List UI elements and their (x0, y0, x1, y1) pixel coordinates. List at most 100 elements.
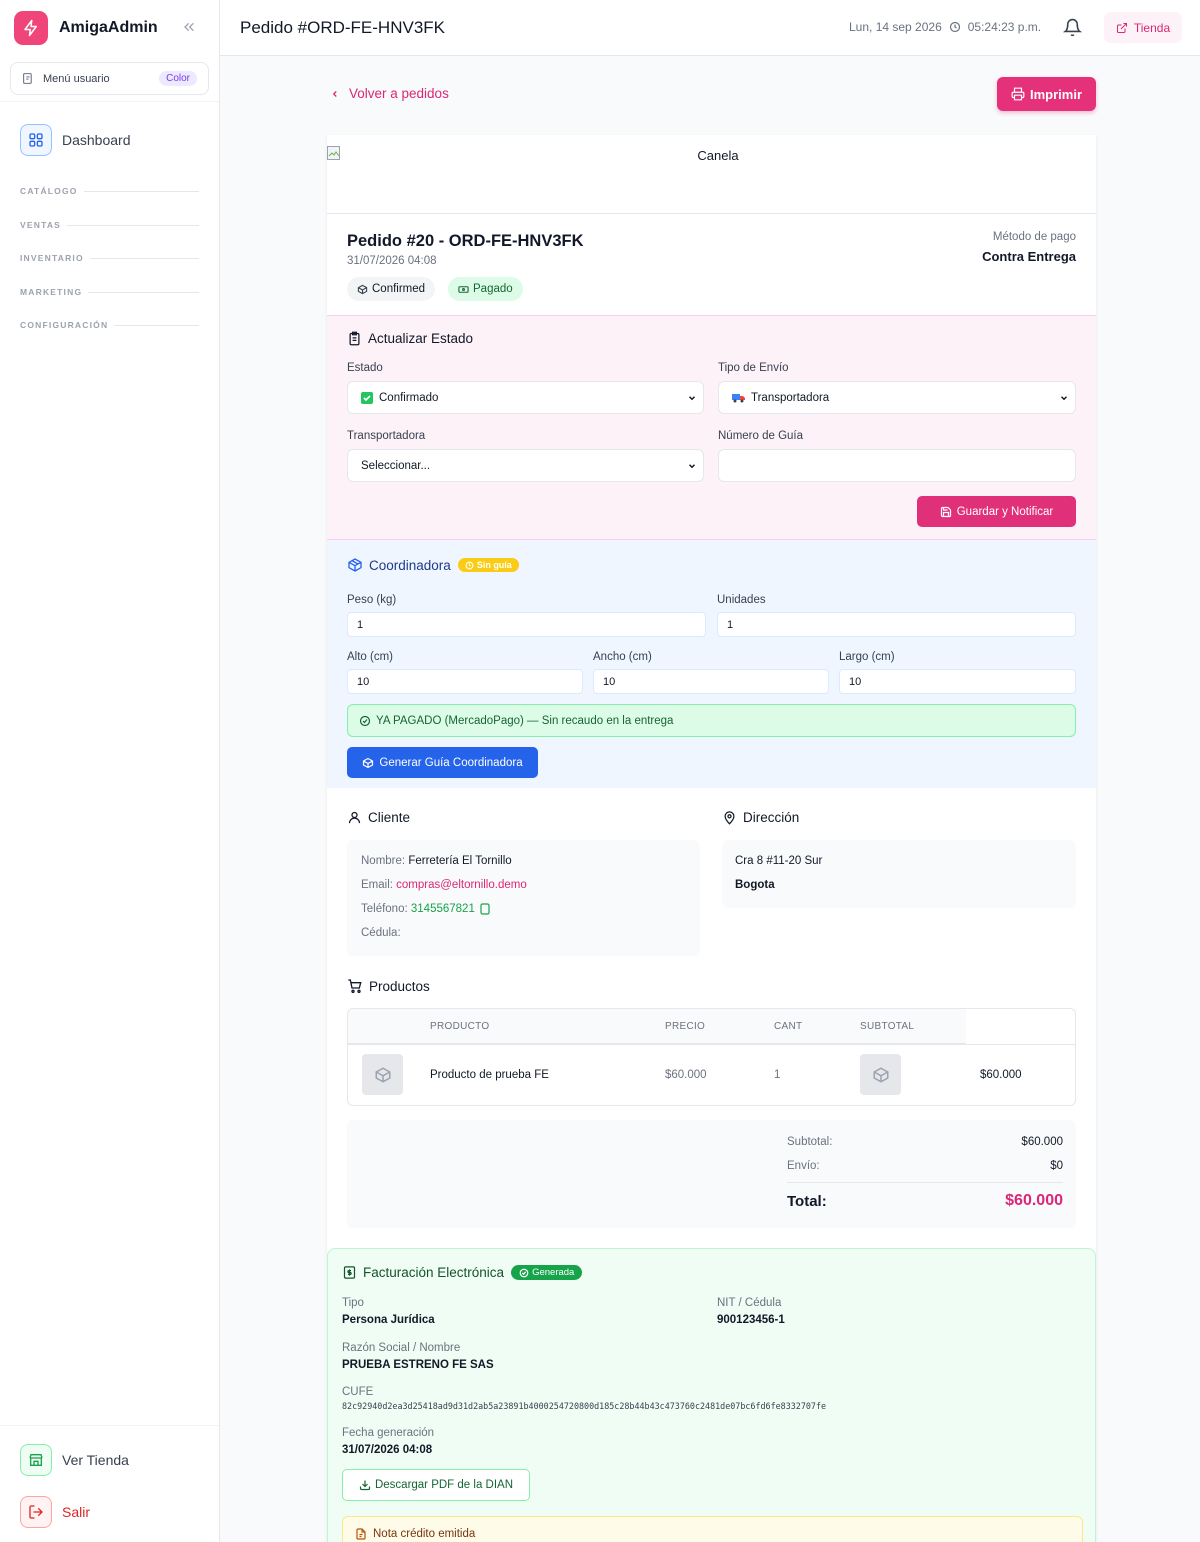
payment-method-value: Contra Entrega (982, 249, 1076, 264)
customer-title: Cliente (347, 810, 410, 825)
whatsapp-icon[interactable] (480, 903, 490, 915)
store-button[interactable]: Tienda (1104, 12, 1182, 43)
electronic-invoice-title: Facturación Electrónica Generada (342, 1265, 583, 1280)
download-dian-pdf-button[interactable]: Descargar PDF de la DIAN (342, 1469, 530, 1501)
order-detail-card: Canela Pedido #20 - ORD-FE-HNV3FK 31/07/… (327, 135, 1096, 1542)
payment-status-badge: Pagado (448, 277, 523, 301)
truck-icon (732, 392, 745, 403)
page-title: Pedido #ORD-FE-HNV3FK (240, 18, 446, 37)
col-header-subtotal: SUBTOTAL (860, 1021, 915, 1032)
products-title: Productos (347, 978, 430, 994)
print-label: Imprimir (1029, 86, 1082, 102)
cufe-label: CUFE (342, 1386, 374, 1398)
current-time: 05:24:23 p.m. (967, 20, 1042, 34)
largo-input[interactable]: 10 (839, 669, 1076, 694)
print-button[interactable]: Imprimir (997, 77, 1096, 111)
razon-value: PRUEBA ESTRENO FE SAS (342, 1359, 494, 1371)
package-icon (363, 757, 374, 768)
col-header-product: PRODUCTO (430, 1021, 490, 1032)
bell-icon[interactable] (1063, 18, 1082, 37)
address-line: Cra 8 #11-20 Sur (735, 855, 823, 867)
back-to-orders-link[interactable]: Volver a pedidos (330, 86, 449, 101)
logout-label: Salir (62, 1504, 91, 1520)
sidebar-section-configuracion[interactable]: CONFIGURACIÓN (20, 320, 199, 330)
no-guide-badge: Sin guía (457, 558, 519, 572)
sidebar-section-marketing[interactable]: MARKETING (20, 287, 199, 297)
carrier-select[interactable]: Seleccionar... (347, 449, 704, 482)
table-header-divider (348, 1044, 1075, 1045)
sidebar-item-dashboard[interactable]: Dashboard (20, 124, 131, 156)
customer-email: Email: compras@eltornillo.demo (361, 879, 527, 891)
credit-note-box: Nota crédito emitida (342, 1516, 1083, 1542)
tipo-label: Tipo (342, 1297, 364, 1309)
carrier-label: Transportadora (347, 430, 426, 442)
user-menu-button[interactable]: Menú usuario Color (10, 62, 209, 95)
collapse-sidebar-icon[interactable] (181, 19, 197, 35)
view-store-link[interactable]: Ver Tienda (20, 1444, 129, 1476)
logout-link[interactable]: Salir (20, 1496, 90, 1528)
generated-badge: Generada (511, 1265, 583, 1280)
address-city: Bogota (735, 879, 775, 891)
store-button-label: Tienda (1133, 20, 1171, 35)
grid-icon (20, 124, 52, 156)
payment-method-label: Método de pago (992, 231, 1076, 243)
unidades-input[interactable]: 1 (717, 612, 1076, 637)
ancho-input[interactable]: 10 (593, 669, 829, 694)
products-table: PRODUCTO PRECIO CANT SUBTOTAL Producto d… (347, 1008, 1076, 1106)
guide-number-input[interactable] (718, 449, 1076, 482)
chevron-down-icon (1059, 393, 1069, 403)
address-info-box: Cra 8 #11-20 Sur Bogota (722, 840, 1076, 908)
estado-select[interactable]: Confirmado (347, 381, 704, 414)
estado-label: Estado (347, 362, 383, 374)
shipping-value: $0 (1050, 1160, 1063, 1172)
order-date: 31/07/2026 04:08 (347, 255, 437, 267)
download-icon (359, 1480, 371, 1491)
store-logo-area: Canela (327, 135, 1096, 214)
save-and-notify-button[interactable]: Guardar y Notificar (917, 496, 1076, 527)
customer-email-link[interactable]: compras@eltornillo.demo (396, 879, 527, 891)
chevron-left-icon (330, 89, 340, 99)
coordinadora-title: Coordinadora Sin guía (347, 557, 519, 573)
package-icon (375, 1066, 390, 1083)
check-box-icon (361, 391, 373, 404)
update-status-section: Actualizar Estado Estado Confirmado Tipo… (327, 315, 1096, 540)
customer-phone-link[interactable]: 3145567821 (411, 903, 475, 915)
nit-label: NIT / Cédula (717, 1297, 782, 1309)
peso-input[interactable]: 1 (347, 612, 706, 637)
product-name: Producto de prueba FE (430, 1069, 549, 1081)
sidebar-section-inventario[interactable]: INVENTARIO (20, 253, 199, 263)
subtotal-value: $60.000 (1021, 1136, 1063, 1148)
ancho-label: Ancho (cm) (593, 651, 652, 663)
view-store-label: Ver Tienda (62, 1452, 129, 1468)
product-price: $60.000 (665, 1069, 707, 1081)
generate-guide-button[interactable]: Generar Guía Coordinadora (347, 747, 538, 778)
sidebar-section-catalogo[interactable]: CATÁLOGO (20, 186, 199, 196)
back-label: Volver a pedidos (349, 86, 449, 101)
external-link-icon (1116, 22, 1128, 34)
chevron-down-icon (687, 393, 697, 403)
package-icon (873, 1066, 888, 1083)
logout-icon (20, 1496, 52, 1528)
alto-input[interactable]: 10 (347, 669, 583, 694)
banknote-icon (458, 284, 469, 295)
chevron-down-icon (687, 461, 697, 471)
largo-label: Largo (cm) (839, 651, 895, 663)
order-totals: Subtotal: $60.000 Envío: $0 Total: $60.0… (347, 1120, 1076, 1228)
sidebar-section-ventas[interactable]: VENTAS (20, 220, 199, 230)
total-label: Total: (787, 1193, 827, 1210)
coordinadora-section: Coordinadora Sin guía Peso (kg) 1 Unidad… (327, 540, 1096, 788)
envio-select[interactable]: Transportadora (718, 381, 1076, 414)
store-icon (20, 1444, 52, 1476)
product-subtotal: $60.000 (980, 1069, 1022, 1081)
sidebar: AmigaAdmin Menú usuario Color Dashboard … (0, 0, 220, 1542)
customer-info-box: Nombre: Ferretería El Tornillo Email: co… (347, 840, 700, 956)
guide-number-label: Número de Guía (718, 430, 804, 442)
sidebar-divider (0, 101, 219, 102)
brand-name: AmigaAdmin (59, 19, 158, 36)
credit-note-title: Nota crédito emitida (355, 1528, 475, 1540)
user-icon (347, 810, 362, 825)
check-circle-icon (519, 1268, 529, 1277)
tipo-value: Persona Jurídica (342, 1314, 435, 1326)
order-status-badge: Confirmed (347, 277, 436, 301)
color-badge[interactable]: Color (159, 71, 197, 86)
